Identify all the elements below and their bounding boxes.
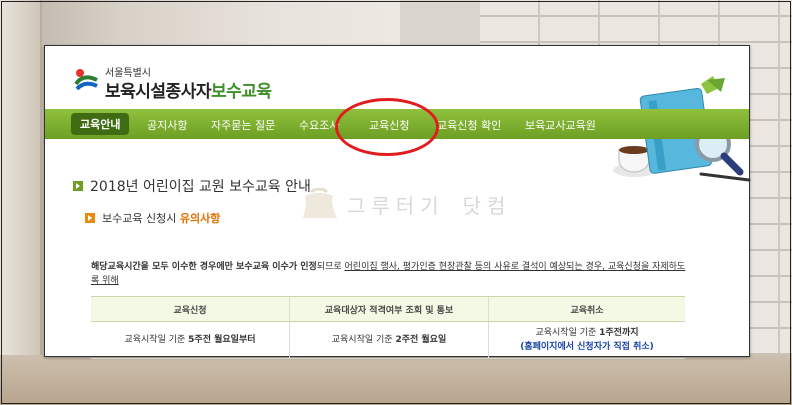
website-screenshot-panel: 서울특별시 보육시설종사자보수교육 교육안내 공지사항 자주묻는 질문 수요조사… bbox=[44, 45, 751, 359]
subsection-heading: 보수교육 신청시 유의사항 bbox=[85, 210, 220, 226]
table-header-cell: 교육신청 bbox=[91, 296, 290, 322]
notice-text: 해당교육시간을 모두 이수한 경우에만 보수교육 이수가 인정되므로 어린이집 … bbox=[91, 262, 686, 286]
subtitle-bullet-icon bbox=[85, 213, 95, 223]
nav-item-notices[interactable]: 공지사항 bbox=[147, 117, 187, 133]
table-cell-application: 교육시작일 기준 5주전 월요일부터 bbox=[91, 321, 290, 359]
nav-item-demand-survey[interactable]: 수요조사 bbox=[299, 117, 339, 133]
background-door bbox=[0, 0, 42, 405]
nav-item-application-check[interactable]: 교육신청 확인 bbox=[437, 117, 501, 133]
table-row: 교육시작일 기준 5주전 월요일부터 교육시작일 기준 2주전 월요일 교육시작… bbox=[91, 321, 685, 359]
nav-item-education-guide[interactable]: 교육안내 bbox=[71, 113, 130, 135]
seoul-logo-icon bbox=[74, 69, 98, 91]
nav-item-teacher-training-center[interactable]: 보육교사교육원 bbox=[525, 117, 596, 133]
schedule-table: 교육신청 교육대상자 적격여부 조회 및 통보 교육취소 교육시작일 기준 5주… bbox=[91, 296, 685, 359]
watermark: 그루터기 닷컴 bbox=[245, 186, 575, 226]
stump-watermark-icon bbox=[303, 188, 337, 218]
logo-title: 보육시설종사자보수교육 bbox=[105, 82, 272, 102]
nav-item-education-application[interactable]: 교육신청 bbox=[369, 117, 409, 133]
table-header-cell: 교육대상자 적격여부 조회 및 통보 bbox=[289, 296, 489, 322]
background-floor bbox=[0, 355, 792, 405]
table-cell-cancellation: 교육시작일 기준 1주전까지 (홈페이지에서 신청자가 직접 취소) bbox=[488, 321, 685, 359]
watermark-text: 그루터기 닷컴 bbox=[347, 194, 512, 218]
nav-item-faq[interactable]: 자주묻는 질문 bbox=[211, 117, 275, 133]
table-header-cell: 교육취소 bbox=[488, 296, 685, 322]
table-cell-eligibility: 교육시작일 기준 2주전 월요일 bbox=[289, 321, 489, 359]
title-bullet-icon bbox=[73, 181, 83, 191]
main-navigation-bar: 교육안내 공지사항 자주묻는 질문 수요조사 교육신청 교육신청 확인 보육교사… bbox=[45, 109, 749, 139]
table-header-row: 교육신청 교육대상자 적격여부 조회 및 통보 교육취소 bbox=[91, 296, 685, 322]
